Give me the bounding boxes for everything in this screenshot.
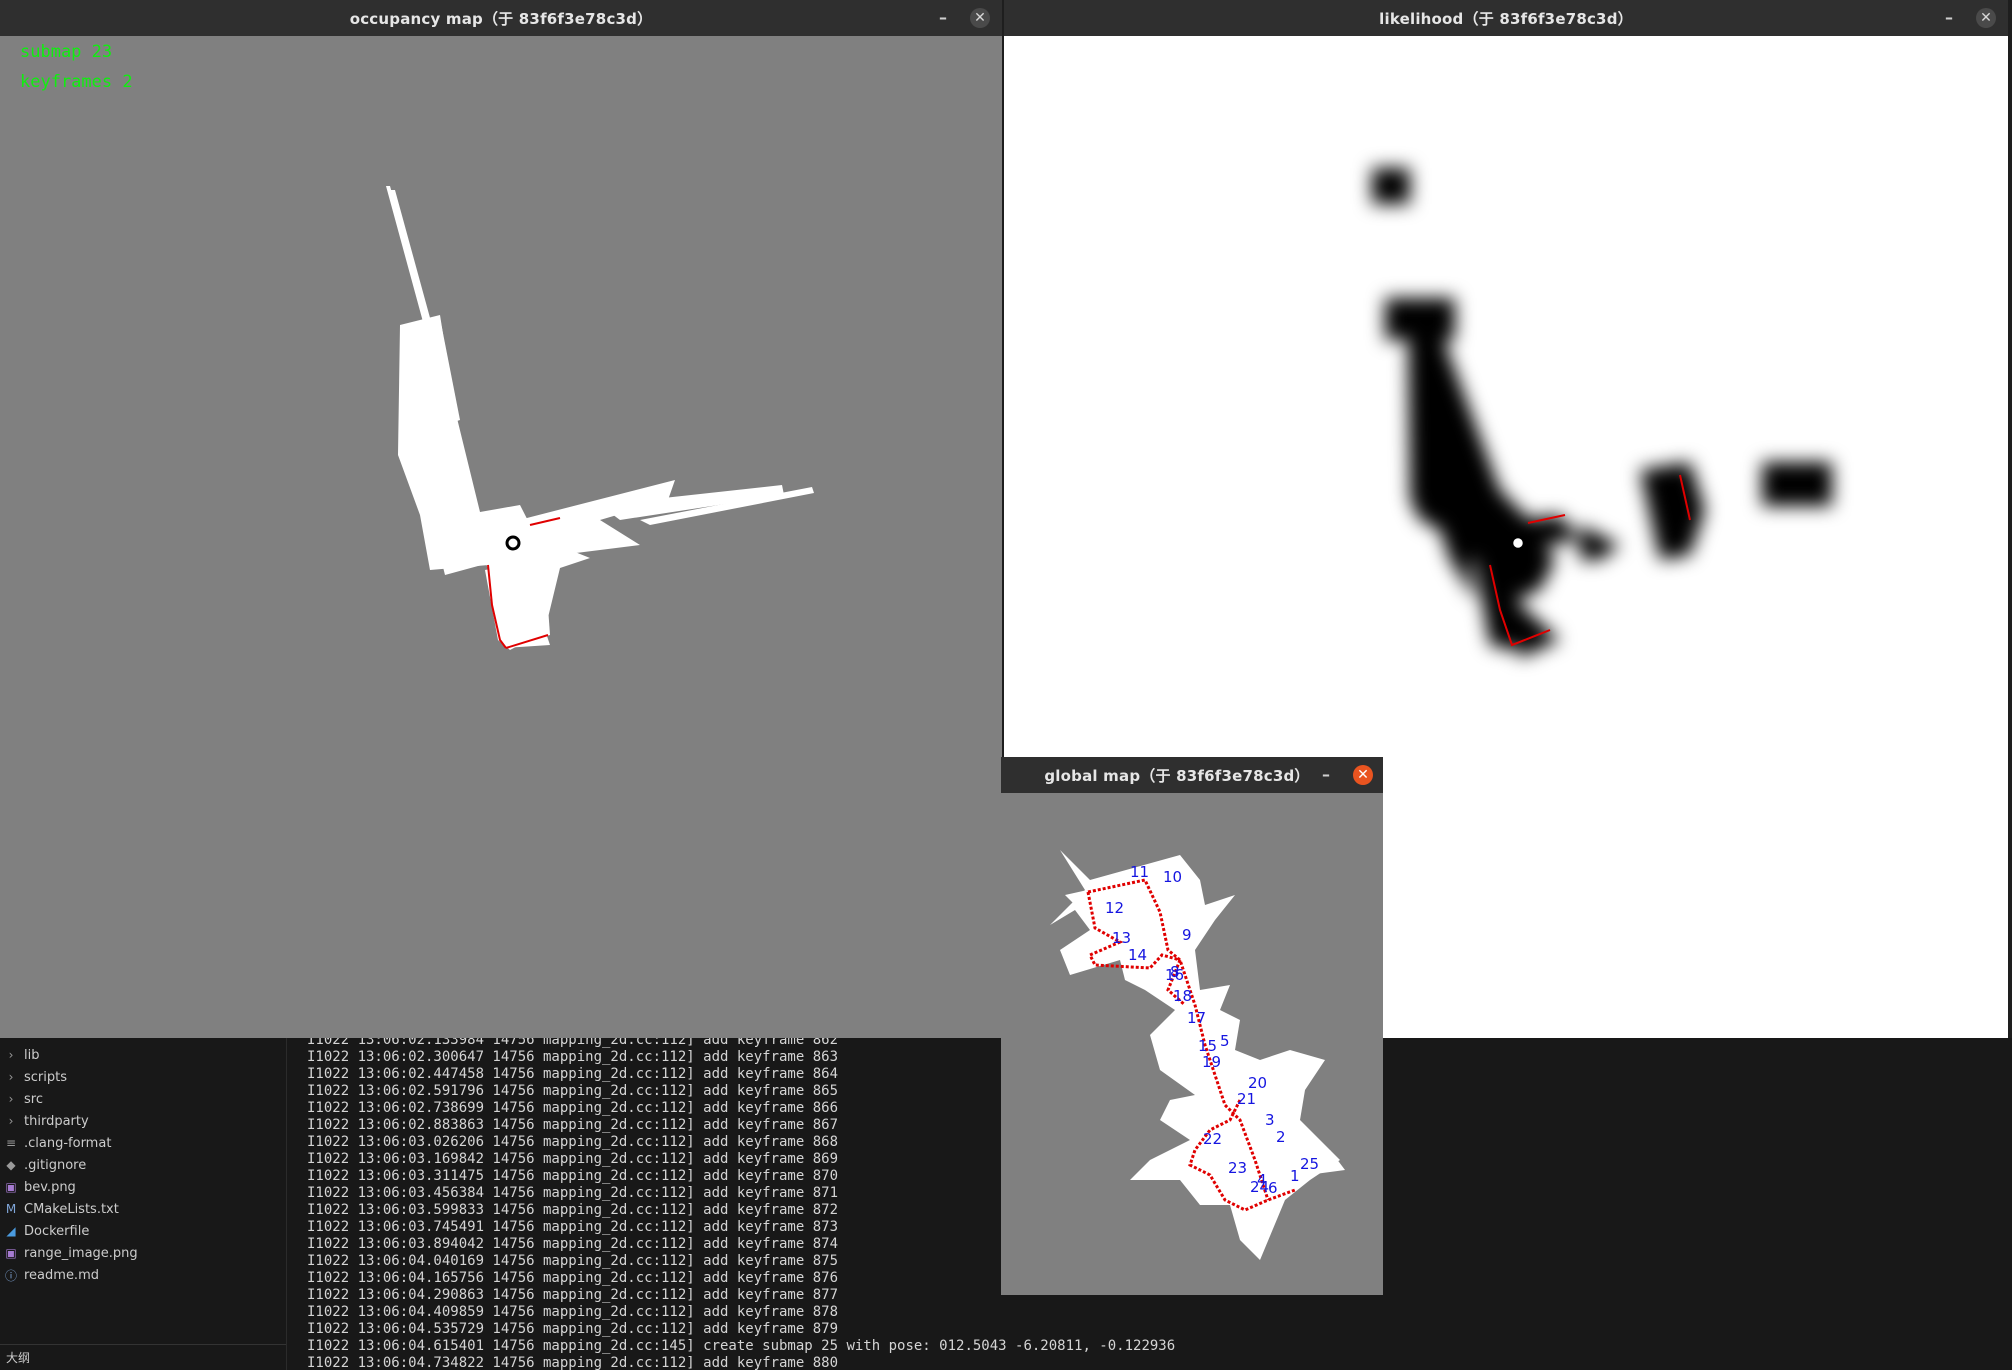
terminal-line: I1022 13:06:03.169842 14756 mapping_2d.c… xyxy=(307,1151,839,1167)
keyframe-label: 23 xyxy=(1228,1159,1247,1177)
file-tree-item[interactable]: ≡ .clang-format xyxy=(4,1132,111,1154)
file-tree-item-label: thirdparty xyxy=(24,1113,89,1129)
terminal-line: I1022 13:06:04.040169 14756 mapping_2d.c… xyxy=(307,1253,839,1269)
minimize-icon[interactable]: – xyxy=(1940,9,1958,27)
close-icon[interactable]: ✕ xyxy=(1353,765,1373,785)
file-tree-item-label: bev.png xyxy=(24,1179,76,1195)
diamond-icon: ◆ xyxy=(6,1158,16,1172)
terminal-line: I1022 13:06:04.165756 14756 mapping_2d.c… xyxy=(307,1270,839,1286)
keyframe-label: 5 xyxy=(1220,1032,1230,1050)
occupancy-title-bar[interactable]: occupancy map（于 83f6f3e78c3d） – ✕ xyxy=(0,0,1002,36)
file-tree-item[interactable]: › src xyxy=(4,1088,43,1110)
docker-icon: ◢ xyxy=(6,1224,16,1238)
terminal-line: I1022 13:06:03.745491 14756 mapping_2d.c… xyxy=(307,1219,839,1235)
terminal-line: I1022 13:06:04.615401 14756 mapping_2d.c… xyxy=(307,1338,1176,1354)
keyframe-label: 25 xyxy=(1300,1155,1319,1173)
terminal-line: I1022 13:06:03.456384 14756 mapping_2d.c… xyxy=(307,1185,839,1201)
info-icon: ⓘ xyxy=(4,1268,17,1283)
terminal-line: I1022 13:06:02.133984 14756 mapping_2d.c… xyxy=(307,1038,839,1048)
file-tree-item[interactable]: ▣ bev.png xyxy=(4,1176,76,1198)
chevron-right-icon: › xyxy=(8,1092,14,1106)
keyframe-label: 6 xyxy=(1268,1179,1278,1197)
chevron-right-icon: › xyxy=(8,1114,14,1128)
file-tree-item[interactable]: › lib xyxy=(4,1044,40,1066)
close-icon[interactable]: ✕ xyxy=(1976,8,1996,28)
keyframe-label: 21 xyxy=(1237,1090,1256,1108)
terminal-line: I1022 13:06:03.026206 14756 mapping_2d.c… xyxy=(307,1134,839,1150)
global-map-canvas[interactable]: 11 10 12 13 14 9 8 16 18 17 5 15 19 20 21 3 2 22 23 25 4 1 24 6 xyxy=(1001,793,1383,1295)
file-tree-item[interactable]: ◢ Dockerfile xyxy=(4,1220,89,1242)
file-tree-item[interactable]: › thirdparty xyxy=(4,1110,89,1132)
global-title-bar[interactable]: global map（于 83f6f3e78c3d） – ✕ xyxy=(1001,757,1383,793)
file-tree-item[interactable]: ◆ .gitignore xyxy=(4,1154,86,1176)
terminal-line: I1022 13:06:04.535729 14756 mapping_2d.c… xyxy=(307,1321,839,1337)
file-tree-item[interactable]: › scripts xyxy=(4,1066,67,1088)
keyframe-label: 24 xyxy=(1250,1178,1269,1196)
file-tree-item-label: scripts xyxy=(24,1069,67,1085)
keyframe-label: 3 xyxy=(1265,1111,1275,1129)
occupancy-map-window[interactable]: occupancy map（于 83f6f3e78c3d） – ✕ submap… xyxy=(0,0,1002,1038)
keyframe-label: 1 xyxy=(1290,1167,1300,1185)
keyframe-label: 19 xyxy=(1202,1053,1221,1071)
keyframe-label: 2 xyxy=(1276,1128,1286,1146)
terminal-line: I1022 13:06:04.409859 14756 mapping_2d.c… xyxy=(307,1304,839,1320)
file-tree-item-label: src xyxy=(24,1091,43,1107)
likelihood-window-title: likelihood（于 83f6f3e78c3d） xyxy=(1379,9,1633,28)
terminal-line: I1022 13:06:03.599833 14756 mapping_2d.c… xyxy=(307,1202,839,1218)
image-icon: ▣ xyxy=(5,1180,17,1194)
terminal-line: I1022 13:06:02.883863 14756 mapping_2d.c… xyxy=(307,1117,839,1133)
file-tree-item-label: lib xyxy=(24,1047,40,1063)
file-tree-item-label: .clang-format xyxy=(24,1135,112,1151)
image-icon: ▣ xyxy=(5,1246,17,1260)
terminal-line: I1022 13:06:04.734822 14756 mapping_2d.c… xyxy=(307,1355,839,1370)
terminal-line: I1022 13:06:04.290863 14756 mapping_2d.c… xyxy=(307,1287,839,1303)
chevron-right-icon: › xyxy=(8,1048,14,1062)
global-map-image: 11 1012131498161817515192021322223 254 1246 xyxy=(1050,850,1345,1260)
file-tree-item[interactable]: ▣ range_image.png xyxy=(4,1242,138,1264)
global-window-title: global map（于 83f6f3e78c3d） xyxy=(1044,766,1310,785)
occupancy-map-canvas[interactable]: submap 23 keyframes 2 xyxy=(0,36,1002,1038)
file-tree-item-label: readme.md xyxy=(24,1267,99,1283)
lines-icon: ≡ xyxy=(5,1136,17,1150)
file-tree-item-label: .gitignore xyxy=(24,1157,87,1173)
keyframe-label: 13 xyxy=(1112,929,1131,947)
keyframe-label: 17 xyxy=(1187,1009,1206,1027)
terminal-line: I1022 13:06:03.894042 14756 mapping_2d.c… xyxy=(307,1236,839,1252)
keyframe-label: 18 xyxy=(1173,987,1192,1005)
keyframe-label: 9 xyxy=(1182,926,1192,944)
occupancy-window-title: occupancy map（于 83f6f3e78c3d） xyxy=(349,9,653,28)
close-icon[interactable]: ✕ xyxy=(970,8,990,28)
minimize-icon[interactable]: – xyxy=(934,9,952,27)
file-tree-item-label: Dockerfile xyxy=(24,1223,90,1239)
terminal-line: I1022 13:06:02.738699 14756 mapping_2d.c… xyxy=(307,1100,839,1116)
keyframe-label: 14 xyxy=(1128,946,1147,964)
terminal-line: I1022 13:06:02.591796 14756 mapping_2d.c… xyxy=(307,1083,839,1099)
file-tree-item[interactable]: M CMakeLists.txt xyxy=(4,1198,119,1220)
file-tree-item-label: range_image.png xyxy=(24,1245,138,1261)
file-tree-item-label: CMakeLists.txt xyxy=(24,1201,119,1217)
likelihood-title-bar[interactable]: likelihood（于 83f6f3e78c3d） – ✕ xyxy=(1004,0,2008,36)
keyframe-label: 12 xyxy=(1105,899,1124,917)
global-map-window[interactable]: global map（于 83f6f3e78c3d） – ✕ 11 10 12 13 1… xyxy=(1001,757,1383,1295)
minimize-icon[interactable]: – xyxy=(1317,766,1335,784)
file-tree-item[interactable]: ⓘ readme.md xyxy=(4,1264,99,1286)
terminal-line: I1022 13:06:02.447458 14756 mapping_2d.c… xyxy=(307,1066,839,1082)
robot-pose-marker xyxy=(1510,535,1526,551)
terminal-line: I1022 13:06:03.311475 14756 mapping_2d.c… xyxy=(307,1168,839,1184)
keyframe-label: 16 xyxy=(1165,966,1184,984)
keyframe-label: 11 xyxy=(1130,863,1149,881)
keyframe-label: 10 xyxy=(1163,868,1182,886)
chevron-right-icon: › xyxy=(8,1070,14,1084)
M-icon: M xyxy=(5,1202,17,1216)
outline-panel-header[interactable]: 大纲 xyxy=(0,1344,286,1370)
occupancy-map-image xyxy=(386,186,814,650)
keyframe-label: 22 xyxy=(1203,1130,1222,1148)
terminal-line: I1022 13:06:02.300647 14756 mapping_2d.c… xyxy=(307,1049,839,1065)
